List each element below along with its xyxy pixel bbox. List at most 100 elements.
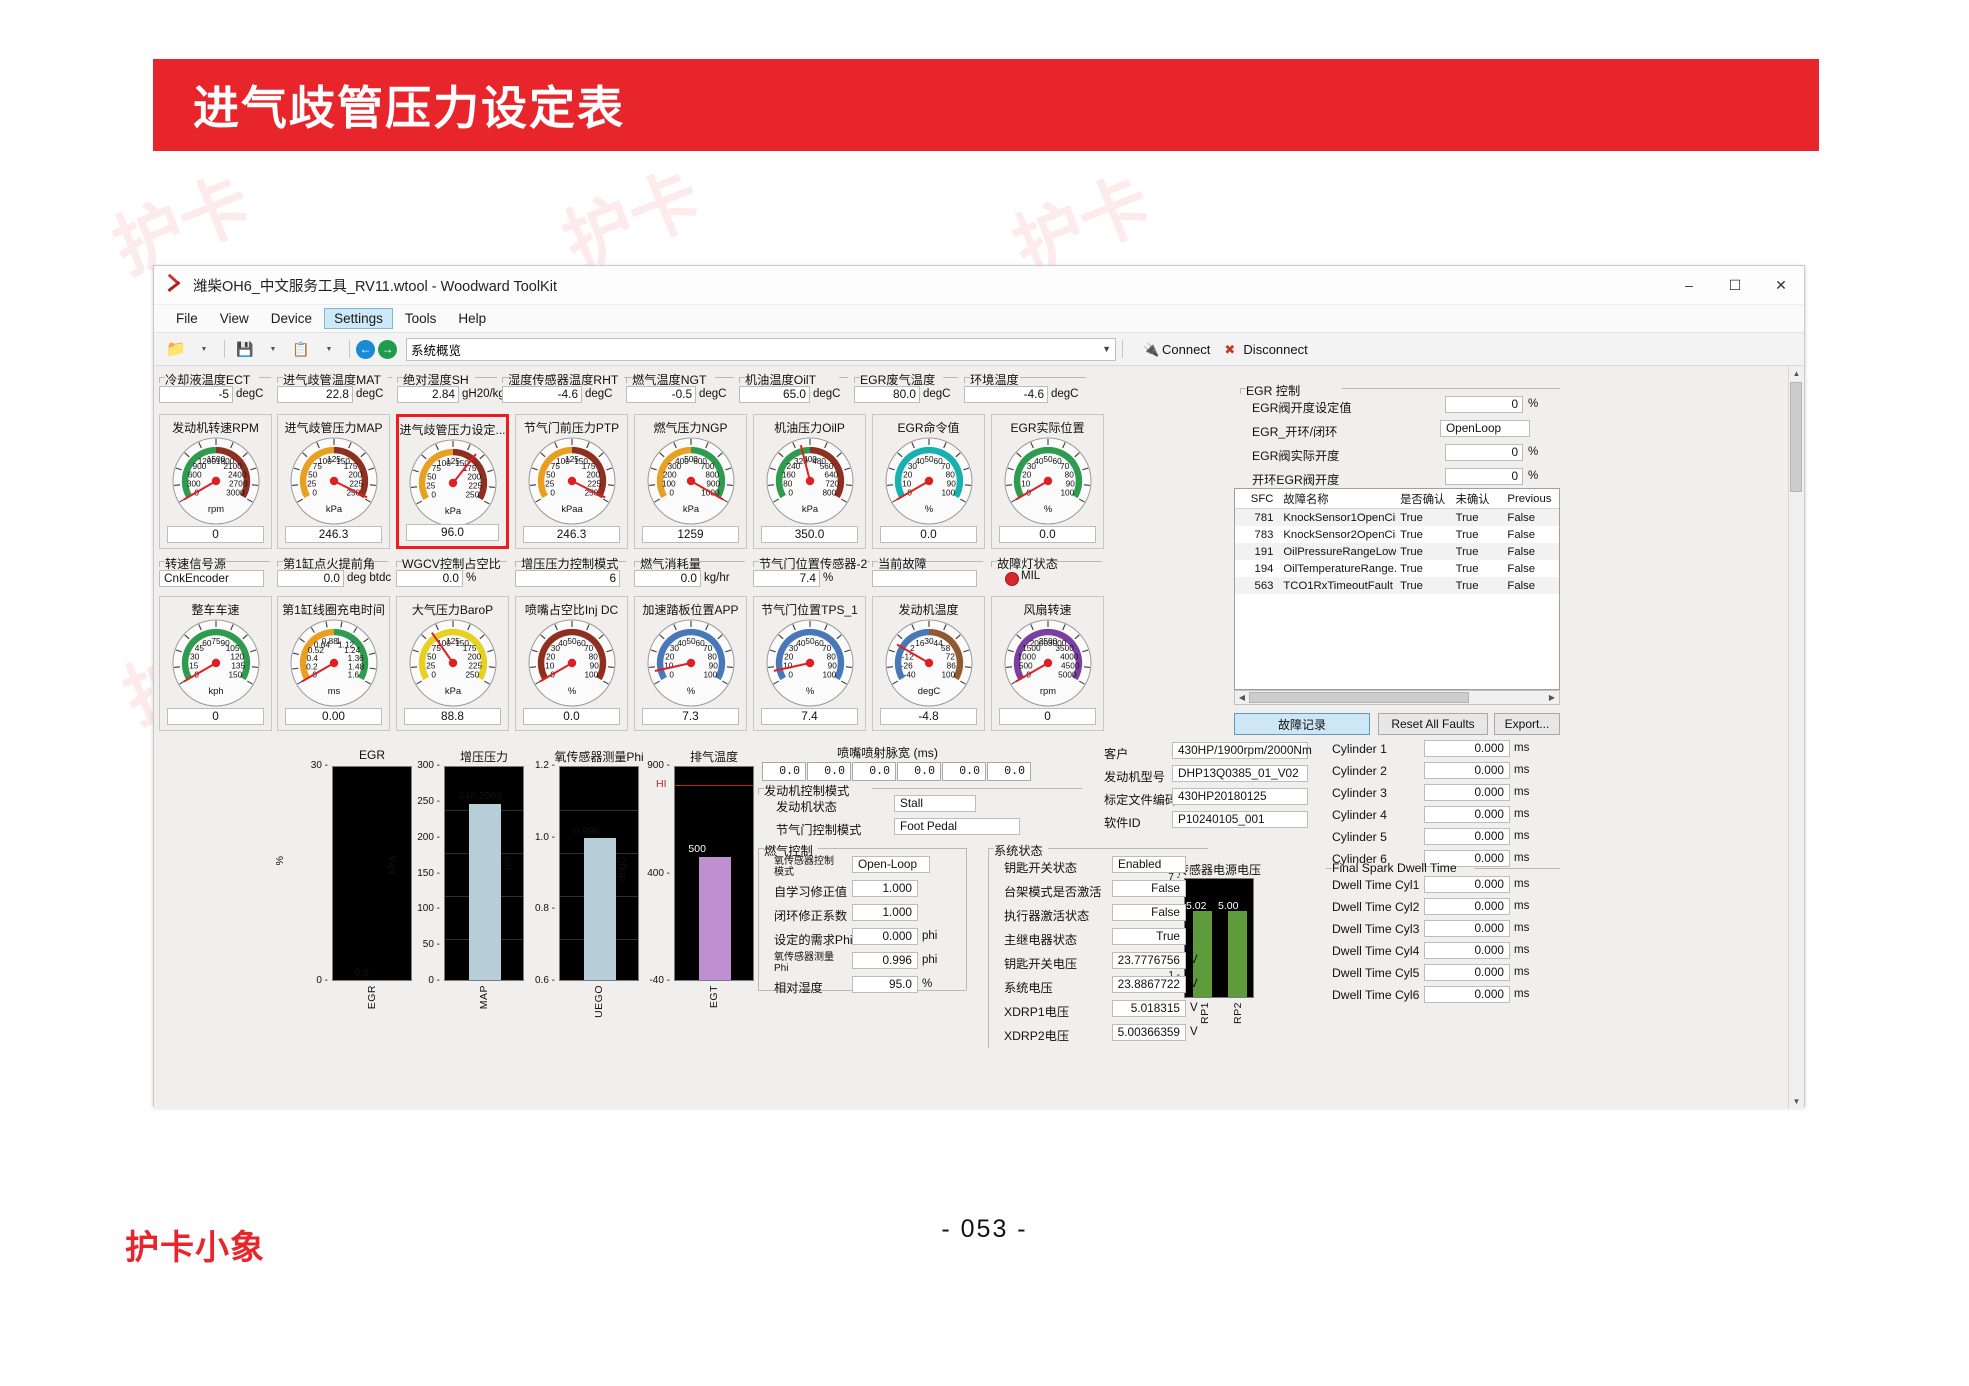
throttle-mode-value[interactable]: Foot Pedal — [894, 818, 1020, 835]
mid-value-6[interactable] — [872, 570, 977, 587]
menu-file[interactable]: File — [166, 308, 208, 329]
readout-value-5[interactable]: 65.0 — [739, 386, 810, 403]
injection-cell-1[interactable]: 0.0 — [807, 762, 851, 781]
dwell-value-4[interactable]: 0.000 — [1424, 964, 1510, 981]
sys-value-1[interactable]: False — [1112, 880, 1186, 897]
scroll-right-icon[interactable]: ▶ — [1545, 693, 1559, 702]
cyl-value-3[interactable]: 0.000 — [1424, 806, 1510, 823]
fault-table-hscrollbar[interactable]: ◀ ▶ — [1234, 690, 1560, 705]
fault-record-button[interactable]: 故障记录 — [1234, 713, 1370, 735]
cyl-value-4[interactable]: 0.000 — [1424, 828, 1510, 845]
readout-value-6[interactable]: 80.0 — [854, 386, 920, 403]
report-icon[interactable]: 📋 — [289, 338, 313, 360]
open-dropdown-icon[interactable]: ▼ — [192, 338, 216, 360]
egr-value-2[interactable]: 0 — [1445, 444, 1523, 461]
sys-value-6[interactable]: 5.018315 — [1112, 1000, 1186, 1017]
readout-value-4[interactable]: -0.5 — [626, 386, 696, 403]
sys-value-5[interactable]: 23.8867722 — [1112, 976, 1186, 993]
sys-value-2[interactable]: False — [1112, 904, 1186, 921]
fuel-value-1[interactable]: 1.000 — [852, 880, 918, 897]
sys-value-3[interactable]: True — [1112, 928, 1186, 945]
gauge1-value-2[interactable]: 96.0 — [406, 524, 499, 541]
scroll-down-icon[interactable]: ▼ — [1789, 1094, 1804, 1109]
table-row[interactable]: 781 KnockSensor1OpenCir... True True False — [1235, 509, 1559, 526]
gauge2-value-7[interactable]: 0 — [999, 708, 1096, 725]
identity-value-3[interactable]: P10240105_001 — [1172, 811, 1308, 828]
gauge2-value-5[interactable]: 7.4 — [761, 708, 858, 725]
gauge2-value-4[interactable]: 7.3 — [642, 708, 739, 725]
mid-value-0[interactable]: CnkEncoder — [159, 570, 264, 587]
menu-help[interactable]: Help — [448, 308, 496, 329]
gauge2-value-3[interactable]: 0.0 — [523, 708, 620, 725]
fuel-value-4[interactable]: 0.996 — [852, 952, 918, 969]
fault-table[interactable]: SFC 故障名称 是否确认 未确认 Previous 781 KnockSenso… — [1234, 488, 1560, 690]
injection-cell-5[interactable]: 0.0 — [987, 762, 1031, 781]
menu-view[interactable]: View — [210, 308, 259, 329]
gauge1-value-1[interactable]: 246.3 — [285, 526, 382, 543]
identity-value-0[interactable]: 430HP/1900rpm/2000Nm — [1172, 742, 1312, 759]
mid-value-3[interactable]: 6 — [515, 570, 620, 587]
table-row[interactable]: 191 OilPressureRangeLow True True False — [1235, 543, 1559, 560]
mid-value-5[interactable]: 7.4 — [753, 570, 820, 587]
fuel-value-2[interactable]: 1.000 — [852, 904, 918, 921]
scroll-left-icon[interactable]: ◀ — [1235, 693, 1249, 702]
gauge1-value-6[interactable]: 0.0 — [880, 526, 977, 543]
menu-settings[interactable]: Settings — [324, 308, 393, 329]
injection-cell-4[interactable]: 0.0 — [942, 762, 986, 781]
dwell-value-1[interactable]: 0.000 — [1424, 898, 1510, 915]
fuel-value-3[interactable]: 0.000 — [852, 928, 918, 945]
maximize-button[interactable]: ☐ — [1712, 266, 1758, 304]
table-row[interactable]: 194 OilTemperatureRange... True True False — [1235, 560, 1559, 577]
egr-value-1[interactable]: OpenLoop — [1440, 420, 1530, 437]
save-dropdown-icon[interactable]: ▼ — [261, 338, 285, 360]
fuel-value-0[interactable]: Open-Loop — [852, 856, 930, 873]
gauge1-value-7[interactable]: 0.0 — [999, 526, 1096, 543]
connect-button[interactable]: 🔌 Connect — [1143, 342, 1210, 357]
client-vscrollbar[interactable]: ▲ ▼ — [1788, 366, 1804, 1109]
sys-value-0[interactable]: Enabled — [1112, 856, 1186, 873]
dwell-value-5[interactable]: 0.000 — [1424, 986, 1510, 1003]
gauge2-value-6[interactable]: -4.8 — [880, 708, 977, 725]
dwell-value-0[interactable]: 0.000 — [1424, 876, 1510, 893]
injection-cell-3[interactable]: 0.0 — [897, 762, 941, 781]
cyl-value-1[interactable]: 0.000 — [1424, 762, 1510, 779]
injection-cell-0[interactable]: 0.0 — [762, 762, 806, 781]
table-row[interactable]: 783 KnockSensor2OpenCir... True True False — [1235, 526, 1559, 543]
scroll-thumb[interactable] — [1249, 692, 1469, 703]
identity-value-2[interactable]: 430HP20180125 — [1172, 788, 1308, 805]
menu-tools[interactable]: Tools — [395, 308, 447, 329]
gauge1-value-0[interactable]: 0 — [167, 526, 264, 543]
gauge1-value-3[interactable]: 246.3 — [523, 526, 620, 543]
save-icon[interactable]: 💾 — [233, 338, 257, 360]
readout-value-3[interactable]: -4.6 — [502, 386, 582, 403]
report-dropdown-icon[interactable]: ▼ — [317, 338, 341, 360]
cyl-value-0[interactable]: 0.000 — [1424, 740, 1510, 757]
gauge2-value-0[interactable]: 0 — [167, 708, 264, 725]
gauge1-value-4[interactable]: 1259 — [642, 526, 739, 543]
cyl-value-2[interactable]: 0.000 — [1424, 784, 1510, 801]
readout-value-0[interactable]: -5 — [159, 386, 233, 403]
dwell-value-2[interactable]: 0.000 — [1424, 920, 1510, 937]
readout-value-2[interactable]: 2.84 — [397, 386, 459, 403]
nav-forward-icon[interactable]: → — [378, 339, 397, 359]
table-row[interactable]: 563 TCO1RxTimeoutFault True True False — [1235, 577, 1559, 594]
minimize-button[interactable]: – — [1666, 266, 1712, 304]
close-button[interactable]: ✕ — [1758, 266, 1804, 304]
engine-state-value[interactable]: Stall — [894, 795, 976, 812]
nav-back-icon[interactable]: ← — [356, 339, 375, 359]
export-button[interactable]: Export... — [1494, 713, 1560, 735]
disconnect-button[interactable]: ✖ Disconnect — [1224, 342, 1307, 357]
mid-value-1[interactable]: 0.0 — [277, 570, 344, 587]
readout-value-7[interactable]: -4.6 — [964, 386, 1048, 403]
egr-value-3[interactable]: 0 — [1445, 468, 1523, 485]
page-select-combo[interactable]: 系统概览 ▼ — [406, 337, 1116, 361]
mid-value-2[interactable]: 0.0 — [396, 570, 463, 587]
mid-value-4[interactable]: 0.0 — [634, 570, 701, 587]
identity-value-1[interactable]: DHP13Q0385_01_V02 — [1172, 765, 1308, 782]
reset-all-faults-button[interactable]: Reset All Faults — [1378, 713, 1488, 735]
scroll-thumb-vertical[interactable] — [1790, 382, 1802, 492]
fuel-value-5[interactable]: 95.0 — [852, 976, 918, 993]
gauge2-value-2[interactable]: 88.8 — [404, 708, 501, 725]
open-file-icon[interactable]: 📁 — [164, 338, 188, 360]
dwell-value-3[interactable]: 0.000 — [1424, 942, 1510, 959]
